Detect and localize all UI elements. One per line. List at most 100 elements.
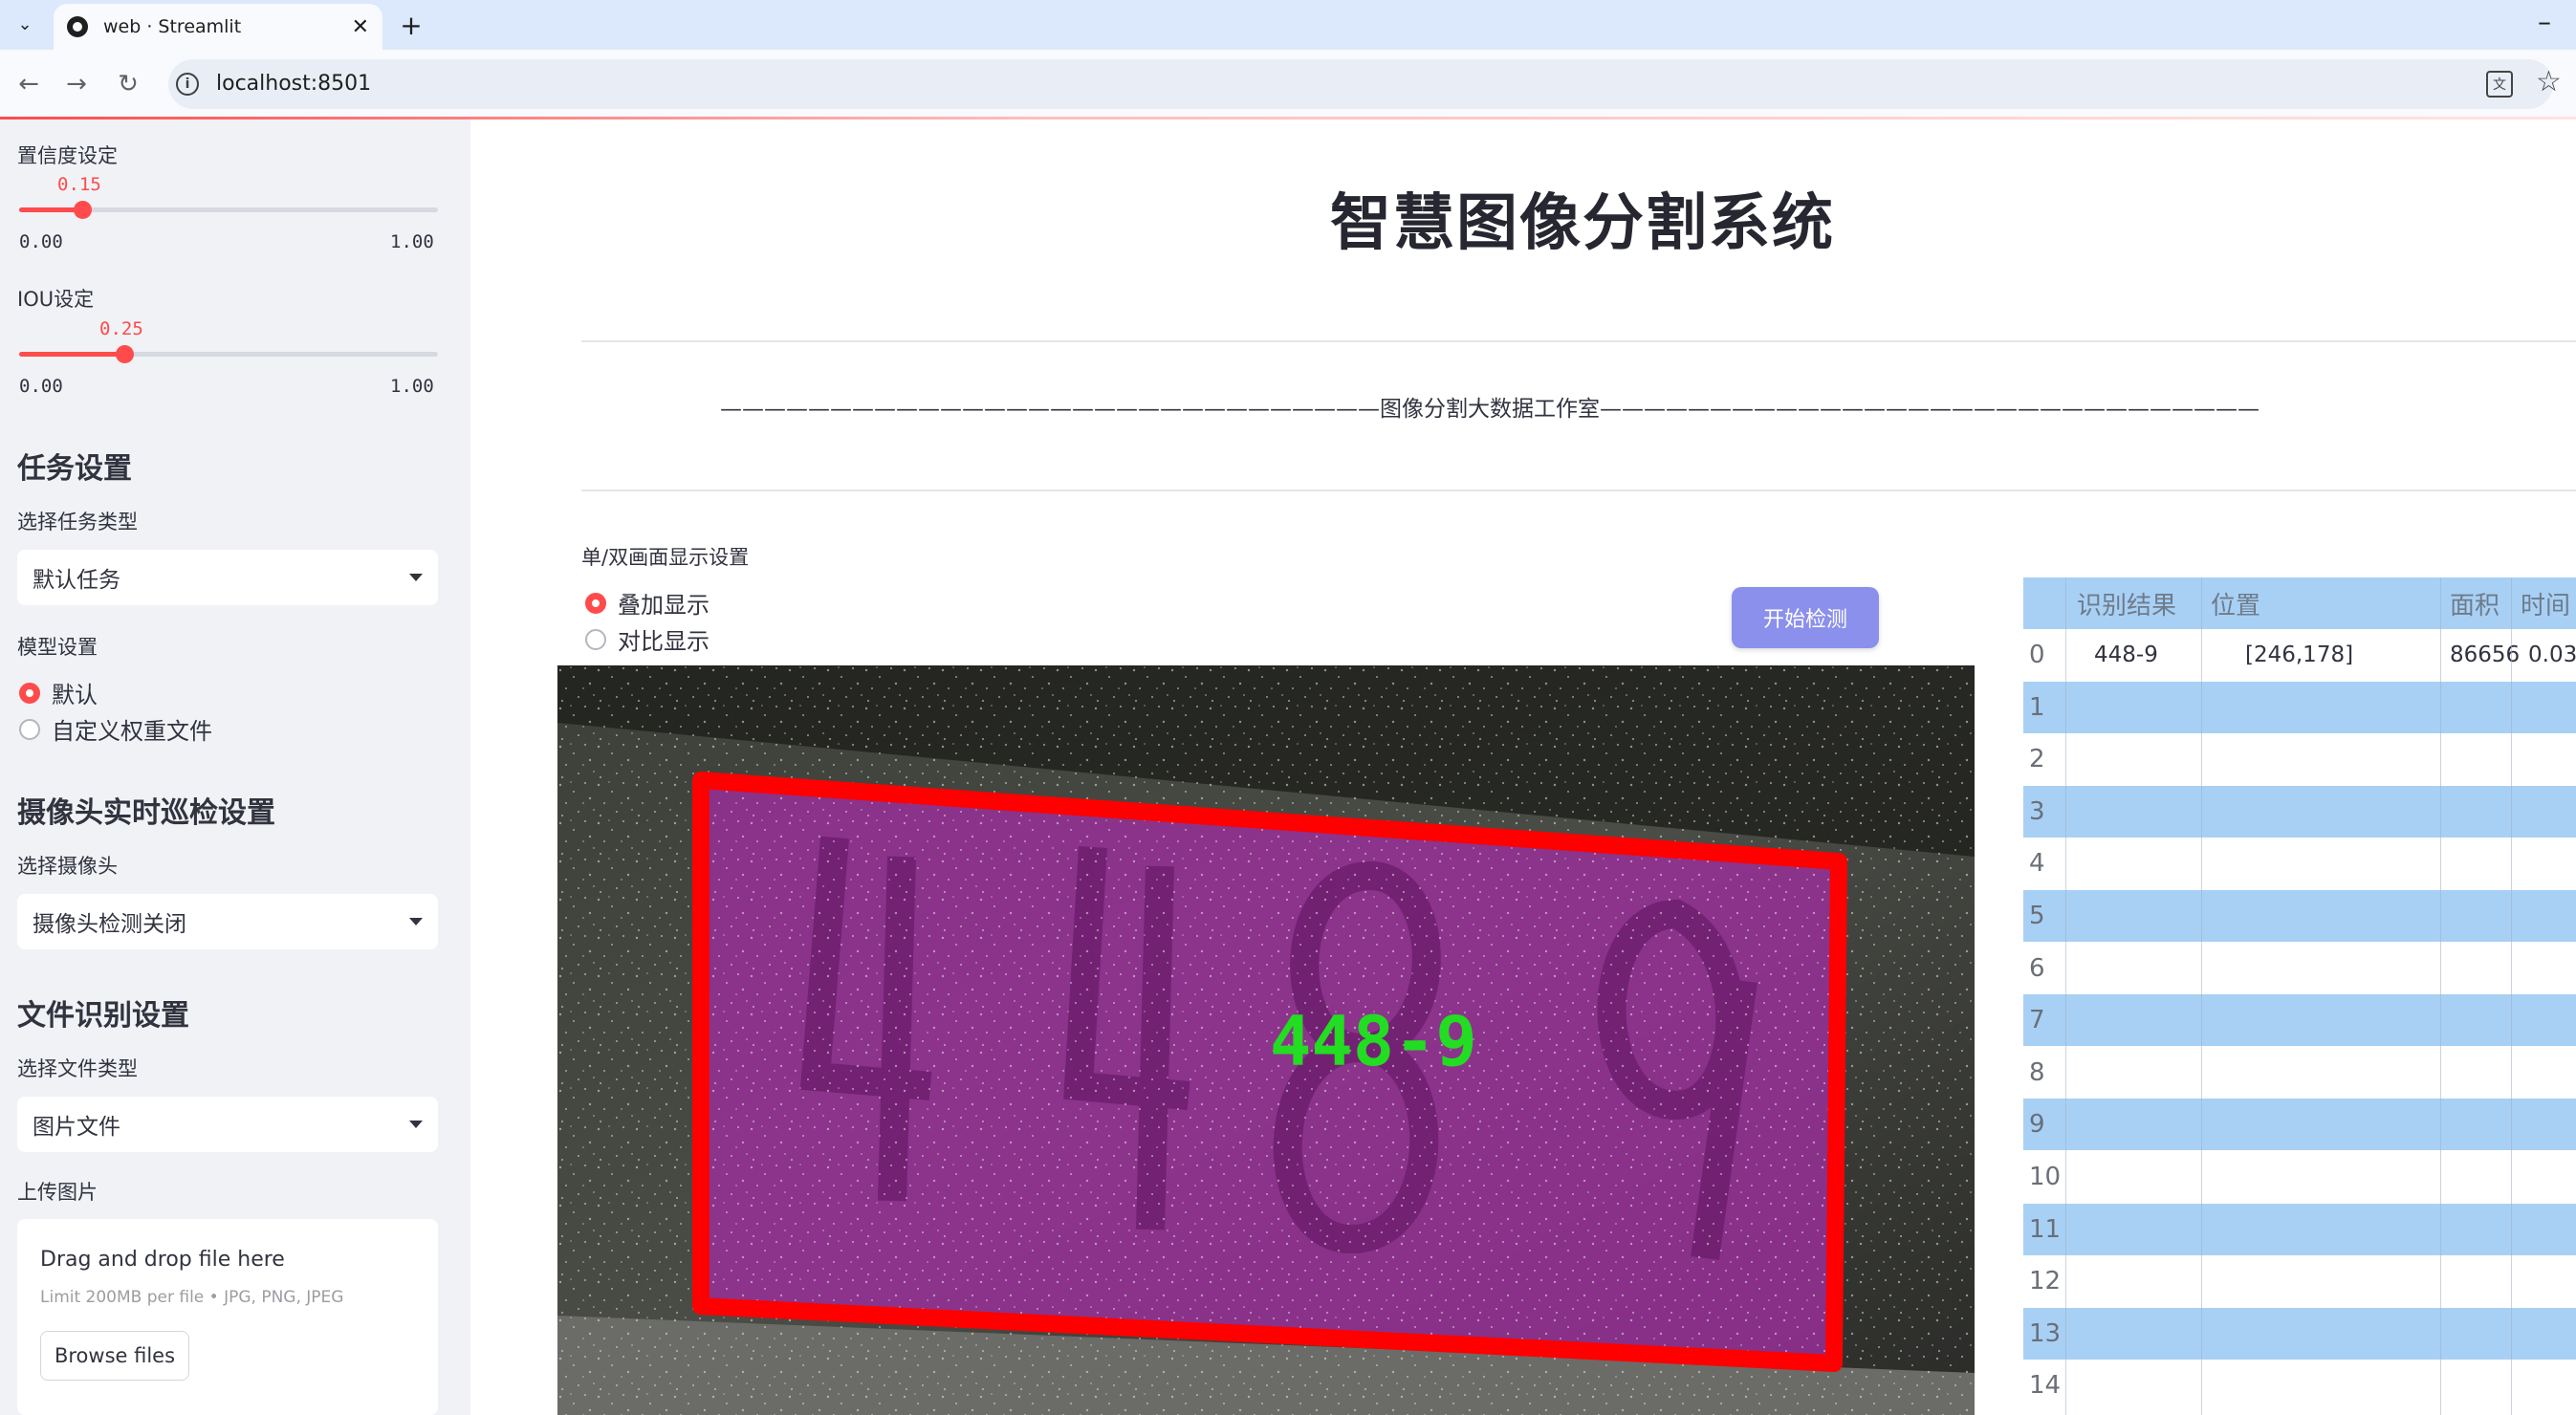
browser-tab[interactable]: web · Streamlit ✕ xyxy=(54,4,382,50)
header-time[interactable]: 时间 xyxy=(2521,577,2570,629)
cell-time: 0.03 xyxy=(2528,642,2576,667)
model-label: 模型设置 xyxy=(17,636,98,659)
detection-label: 448-9 xyxy=(1270,1001,1477,1081)
cell-position: [246,178] xyxy=(2245,642,2354,667)
browser-toolbar: ← → ↻ i localhost:8501 文 ☆ xyxy=(0,50,2576,119)
camera-select[interactable]: 摄像头检测关闭 xyxy=(17,894,438,949)
header-result[interactable]: 识别结果 xyxy=(2077,577,2176,629)
confidence-max: 1.00 xyxy=(390,231,434,252)
iou-slider-thumb[interactable] xyxy=(115,345,134,363)
new-tab-icon[interactable]: + xyxy=(394,8,428,42)
table-col-line xyxy=(2511,577,2512,1415)
model-option-custom[interactable]: 自定义权重文件 xyxy=(19,712,212,746)
camera-section-heading: 摄像头实时巡检设置 xyxy=(17,796,275,830)
iou-slider-fill xyxy=(19,352,124,357)
page-title: 智慧图像分割系统 xyxy=(1330,188,1835,259)
browse-files-button[interactable]: Browse files xyxy=(40,1331,189,1381)
table-row[interactable]: 4 xyxy=(2023,838,2576,890)
row-index: 10 xyxy=(2029,1163,2062,1191)
start-detection-button[interactable]: 开始检测 xyxy=(1732,587,1879,648)
display-option-overlay[interactable]: 叠加显示 xyxy=(585,586,709,620)
display-option-label: 叠加显示 xyxy=(618,592,709,619)
reload-icon[interactable]: ↻ xyxy=(109,65,147,103)
radio-unselected-icon[interactable] xyxy=(19,718,40,740)
file-section-heading: 文件识别设置 xyxy=(17,999,189,1033)
dropzone-title: Drag and drop file here xyxy=(40,1248,285,1272)
table-row[interactable]: 13 xyxy=(2023,1307,2576,1360)
divider xyxy=(581,340,2576,342)
site-info-icon[interactable]: i xyxy=(176,73,199,96)
file-type-label: 选择文件类型 xyxy=(17,1057,138,1080)
back-arrow-icon[interactable]: ← xyxy=(10,65,48,103)
tab-search-chevron-icon[interactable]: ⌄ xyxy=(8,8,42,40)
table-row[interactable]: 12 xyxy=(2023,1255,2576,1308)
table-col-line xyxy=(2201,577,2202,1415)
radio-selected-icon[interactable] xyxy=(19,682,40,704)
chevron-down-icon xyxy=(409,574,423,581)
row-index: 14 xyxy=(2029,1371,2062,1401)
table-row[interactable]: 9 xyxy=(2023,1099,2576,1151)
file-type-select[interactable]: 图片文件 xyxy=(17,1097,438,1152)
table-header-row: 识别结果 位置 面积 时间 xyxy=(2023,577,2576,629)
table-row[interactable]: 5 xyxy=(2023,890,2576,942)
task-type-select[interactable]: 默认任务 xyxy=(17,550,438,605)
translate-icon[interactable]: 文 xyxy=(2486,71,2513,98)
results-table[interactable]: 识别结果 位置 面积 时间 0 448-9 [246,178] 86656 0.03 1 2… xyxy=(2023,577,2576,1415)
table-row[interactable]: 1 xyxy=(2023,681,2576,733)
camera-value: 摄像头检测关闭 xyxy=(33,912,186,937)
radio-selected-icon[interactable] xyxy=(585,592,606,614)
table-row[interactable]: 3 xyxy=(2023,785,2576,838)
confidence-slider-thumb[interactable] xyxy=(73,201,92,219)
browser-tab-strip: ⌄ web · Streamlit ✕ + – xyxy=(0,0,2576,50)
table-row[interactable]: 11 xyxy=(2023,1203,2576,1255)
row-index: 1 xyxy=(2029,692,2045,722)
address-url[interactable]: localhost:8501 xyxy=(216,72,371,96)
row-index: 6 xyxy=(2029,953,2045,983)
table-row[interactable]: 2 xyxy=(2023,733,2576,786)
confidence-label: 置信度设定 xyxy=(17,144,118,167)
radio-unselected-icon[interactable] xyxy=(585,628,606,650)
model-option-default[interactable]: 默认 xyxy=(19,676,98,709)
dropzone-hint: Limit 200MB per file • JPG, PNG, JPEG xyxy=(40,1288,344,1307)
confidence-value: 0.15 xyxy=(57,174,101,195)
table-row[interactable]: 0 448-9 [246,178] 86656 0.03 xyxy=(2023,629,2576,681)
minimize-window-icon[interactable]: – xyxy=(2538,6,2551,37)
iou-min: 0.00 xyxy=(19,376,63,397)
task-section-heading: 任务设置 xyxy=(17,452,132,486)
display-mode-label: 单/双画面显示设置 xyxy=(581,546,750,569)
header-position[interactable]: 位置 xyxy=(2211,577,2260,629)
address-bar[interactable] xyxy=(168,59,2553,109)
file-dropzone[interactable]: Drag and drop file here Limit 200MB per … xyxy=(17,1219,438,1415)
table-row[interactable]: 7 xyxy=(2023,994,2576,1047)
detection-result-image: 448-9 xyxy=(557,665,1975,1415)
iou-value: 0.25 xyxy=(99,318,143,339)
studio-banner: ——————————————————————————————图像分割大数据工作室… xyxy=(720,397,2259,422)
iou-label: IOU设定 xyxy=(17,288,95,311)
table-col-line xyxy=(2440,577,2441,1415)
sidebar: 置信度设定 0.15 0.00 1.00 IOU设定 0.25 0.00 1.0… xyxy=(0,120,470,1415)
confidence-min: 0.00 xyxy=(19,231,63,252)
table-row[interactable]: 8 xyxy=(2023,1046,2576,1099)
upload-label: 上传图片 xyxy=(17,1181,98,1204)
close-tab-icon[interactable]: ✕ xyxy=(352,15,369,39)
header-area[interactable]: 面积 xyxy=(2450,577,2500,629)
row-index: 4 xyxy=(2029,849,2045,879)
row-index: 13 xyxy=(2029,1318,2062,1348)
iou-max: 1.00 xyxy=(390,376,434,397)
camera-label: 选择摄像头 xyxy=(17,855,118,878)
row-index: 12 xyxy=(2029,1267,2062,1296)
display-option-compare[interactable]: 对比显示 xyxy=(585,622,709,656)
table-row[interactable]: 6 xyxy=(2023,942,2576,994)
divider xyxy=(581,490,2576,491)
table-row[interactable]: 14 xyxy=(2023,1360,2576,1412)
chevron-down-icon xyxy=(409,918,423,925)
confidence-slider[interactable] xyxy=(19,201,438,219)
detection-canvas: 448-9 xyxy=(557,665,1975,1415)
display-option-label: 对比显示 xyxy=(618,628,709,655)
bookmark-star-icon[interactable]: ☆ xyxy=(2536,65,2562,98)
forward-arrow-icon[interactable]: → xyxy=(57,65,96,103)
table-row[interactable]: 10 xyxy=(2023,1151,2576,1203)
iou-slider[interactable] xyxy=(19,345,438,363)
row-index: 3 xyxy=(2029,796,2045,826)
table-col-line xyxy=(2065,577,2066,1415)
